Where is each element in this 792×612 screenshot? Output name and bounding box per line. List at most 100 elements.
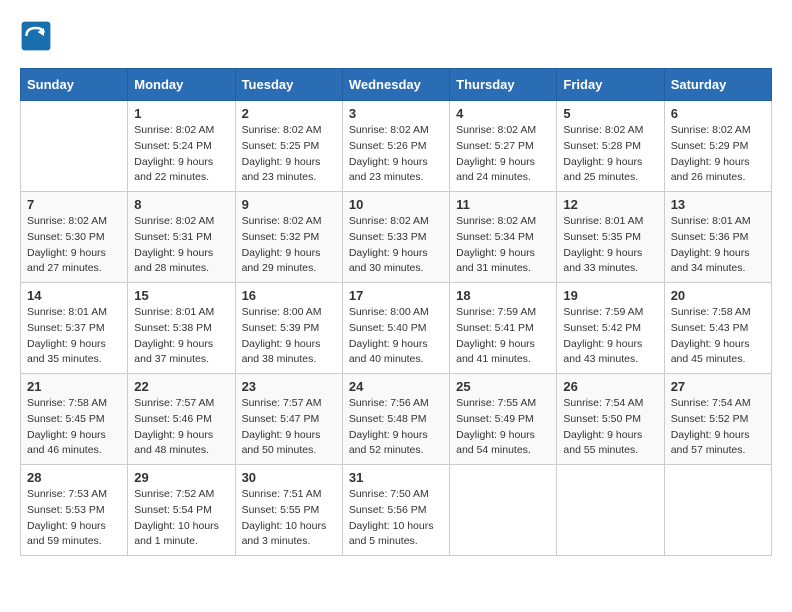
calendar-cell: 24 Sunrise: 7:56 AMSunset: 5:48 PMDayligh… [342, 374, 449, 465]
day-number: 10 [349, 197, 443, 212]
day-number: 30 [242, 470, 336, 485]
weekday-header-tuesday: Tuesday [235, 69, 342, 101]
weekday-header-thursday: Thursday [450, 69, 557, 101]
calendar-cell: 27 Sunrise: 7:54 AMSunset: 5:52 PMDayligh… [664, 374, 771, 465]
day-info: Sunrise: 7:51 AMSunset: 5:55 PMDaylight:… [242, 487, 336, 550]
weekday-header-sunday: Sunday [21, 69, 128, 101]
day-info: Sunrise: 8:02 AMSunset: 5:27 PMDaylight:… [456, 123, 550, 186]
day-info: Sunrise: 8:01 AMSunset: 5:38 PMDaylight:… [134, 305, 228, 368]
day-number: 5 [563, 106, 657, 121]
day-info: Sunrise: 7:58 AMSunset: 5:45 PMDaylight:… [27, 396, 121, 459]
day-number: 15 [134, 288, 228, 303]
logo [20, 20, 58, 52]
day-number: 31 [349, 470, 443, 485]
calendar-week-5: 28 Sunrise: 7:53 AMSunset: 5:53 PMDayligh… [21, 465, 772, 556]
day-info: Sunrise: 8:02 AMSunset: 5:26 PMDaylight:… [349, 123, 443, 186]
day-number: 4 [456, 106, 550, 121]
day-info: Sunrise: 7:53 AMSunset: 5:53 PMDaylight:… [27, 487, 121, 550]
logo-icon [20, 20, 52, 52]
calendar-cell: 10 Sunrise: 8:02 AMSunset: 5:33 PMDayligh… [342, 192, 449, 283]
day-number: 20 [671, 288, 765, 303]
calendar-cell [664, 465, 771, 556]
day-info: Sunrise: 7:59 AMSunset: 5:42 PMDaylight:… [563, 305, 657, 368]
day-number: 13 [671, 197, 765, 212]
day-number: 14 [27, 288, 121, 303]
day-info: Sunrise: 8:02 AMSunset: 5:32 PMDaylight:… [242, 214, 336, 277]
day-info: Sunrise: 8:00 AMSunset: 5:40 PMDaylight:… [349, 305, 443, 368]
day-number: 28 [27, 470, 121, 485]
calendar-cell: 19Sunrise: 7:59 AMSunset: 5:42 PMDayligh… [557, 283, 664, 374]
calendar-cell: 16 Sunrise: 8:00 AMSunset: 5:39 PMDayligh… [235, 283, 342, 374]
weekday-header-monday: Monday [128, 69, 235, 101]
day-info: Sunrise: 7:56 AMSunset: 5:48 PMDaylight:… [349, 396, 443, 459]
calendar-cell: 30 Sunrise: 7:51 AMSunset: 5:55 PMDayligh… [235, 465, 342, 556]
day-info: Sunrise: 7:55 AMSunset: 5:49 PMDaylight:… [456, 396, 550, 459]
day-info: Sunrise: 7:54 AMSunset: 5:50 PMDaylight:… [563, 396, 657, 459]
day-number: 12 [563, 197, 657, 212]
day-number: 8 [134, 197, 228, 212]
day-number: 9 [242, 197, 336, 212]
day-number: 21 [27, 379, 121, 394]
calendar-cell: 29 Sunrise: 7:52 AMSunset: 5:54 PMDayligh… [128, 465, 235, 556]
calendar-cell: 18Sunrise: 7:59 AMSunset: 5:41 PMDayligh… [450, 283, 557, 374]
day-number: 26 [563, 379, 657, 394]
weekday-header-wednesday: Wednesday [342, 69, 449, 101]
calendar-cell: 3 Sunrise: 8:02 AMSunset: 5:26 PMDaylight… [342, 101, 449, 192]
day-info: Sunrise: 7:50 AMSunset: 5:56 PMDaylight:… [349, 487, 443, 550]
day-info: Sunrise: 7:54 AMSunset: 5:52 PMDaylight:… [671, 396, 765, 459]
calendar-cell: 23 Sunrise: 7:57 AMSunset: 5:47 PMDayligh… [235, 374, 342, 465]
day-info: Sunrise: 7:57 AMSunset: 5:47 PMDaylight:… [242, 396, 336, 459]
calendar-table: SundayMondayTuesdayWednesdayThursdayFrid… [20, 68, 772, 556]
calendar-cell: 13 Sunrise: 8:01 AMSunset: 5:36 PMDayligh… [664, 192, 771, 283]
calendar-cell: 14 Sunrise: 8:01 AMSunset: 5:37 PMDayligh… [21, 283, 128, 374]
weekday-header-row: SundayMondayTuesdayWednesdayThursdayFrid… [21, 69, 772, 101]
day-info: Sunrise: 8:02 AMSunset: 5:31 PMDaylight:… [134, 214, 228, 277]
day-info: Sunrise: 7:57 AMSunset: 5:46 PMDaylight:… [134, 396, 228, 459]
calendar-cell: 2Sunrise: 8:02 AMSunset: 5:25 PMDaylight… [235, 101, 342, 192]
day-info: Sunrise: 8:02 AMSunset: 5:30 PMDaylight:… [27, 214, 121, 277]
page-header [20, 20, 772, 52]
calendar-cell: 4 Sunrise: 8:02 AMSunset: 5:27 PMDaylight… [450, 101, 557, 192]
day-info: Sunrise: 8:01 AMSunset: 5:36 PMDaylight:… [671, 214, 765, 277]
day-info: Sunrise: 8:01 AMSunset: 5:35 PMDaylight:… [563, 214, 657, 277]
day-number: 7 [27, 197, 121, 212]
calendar-cell [21, 101, 128, 192]
calendar-cell: 8 Sunrise: 8:02 AMSunset: 5:31 PMDaylight… [128, 192, 235, 283]
day-info: Sunrise: 7:52 AMSunset: 5:54 PMDaylight:… [134, 487, 228, 550]
calendar-week-4: 21 Sunrise: 7:58 AMSunset: 5:45 PMDayligh… [21, 374, 772, 465]
weekday-header-friday: Friday [557, 69, 664, 101]
day-number: 22 [134, 379, 228, 394]
calendar-week-1: 1Sunrise: 8:02 AMSunset: 5:24 PMDaylight… [21, 101, 772, 192]
calendar-cell: 5 Sunrise: 8:02 AMSunset: 5:28 PMDaylight… [557, 101, 664, 192]
day-info: Sunrise: 8:01 AMSunset: 5:37 PMDaylight:… [27, 305, 121, 368]
day-number: 27 [671, 379, 765, 394]
day-number: 24 [349, 379, 443, 394]
day-number: 6 [671, 106, 765, 121]
calendar-cell: 20Sunrise: 7:58 AMSunset: 5:43 PMDayligh… [664, 283, 771, 374]
day-info: Sunrise: 8:02 AMSunset: 5:24 PMDaylight:… [134, 123, 228, 186]
day-info: Sunrise: 8:02 AMSunset: 5:33 PMDaylight:… [349, 214, 443, 277]
calendar-cell: 9 Sunrise: 8:02 AMSunset: 5:32 PMDaylight… [235, 192, 342, 283]
calendar-cell: 26 Sunrise: 7:54 AMSunset: 5:50 PMDayligh… [557, 374, 664, 465]
day-number: 23 [242, 379, 336, 394]
calendar-week-3: 14 Sunrise: 8:01 AMSunset: 5:37 PMDayligh… [21, 283, 772, 374]
day-number: 2 [242, 106, 336, 121]
calendar-cell: 22 Sunrise: 7:57 AMSunset: 5:46 PMDayligh… [128, 374, 235, 465]
day-number: 3 [349, 106, 443, 121]
day-info: Sunrise: 8:02 AMSunset: 5:28 PMDaylight:… [563, 123, 657, 186]
calendar-cell: 6Sunrise: 8:02 AMSunset: 5:29 PMDaylight… [664, 101, 771, 192]
day-info: Sunrise: 8:00 AMSunset: 5:39 PMDaylight:… [242, 305, 336, 368]
calendar-cell: 15 Sunrise: 8:01 AMSunset: 5:38 PMDayligh… [128, 283, 235, 374]
day-number: 11 [456, 197, 550, 212]
calendar-cell: 17 Sunrise: 8:00 AMSunset: 5:40 PMDayligh… [342, 283, 449, 374]
calendar-week-2: 7 Sunrise: 8:02 AMSunset: 5:30 PMDaylight… [21, 192, 772, 283]
calendar-cell: 11 Sunrise: 8:02 AMSunset: 5:34 PMDayligh… [450, 192, 557, 283]
day-info: Sunrise: 8:02 AMSunset: 5:34 PMDaylight:… [456, 214, 550, 277]
day-number: 16 [242, 288, 336, 303]
calendar-cell: 12 Sunrise: 8:01 AMSunset: 5:35 PMDayligh… [557, 192, 664, 283]
calendar-cell: 7 Sunrise: 8:02 AMSunset: 5:30 PMDaylight… [21, 192, 128, 283]
day-number: 29 [134, 470, 228, 485]
weekday-header-saturday: Saturday [664, 69, 771, 101]
calendar-cell [557, 465, 664, 556]
day-number: 17 [349, 288, 443, 303]
